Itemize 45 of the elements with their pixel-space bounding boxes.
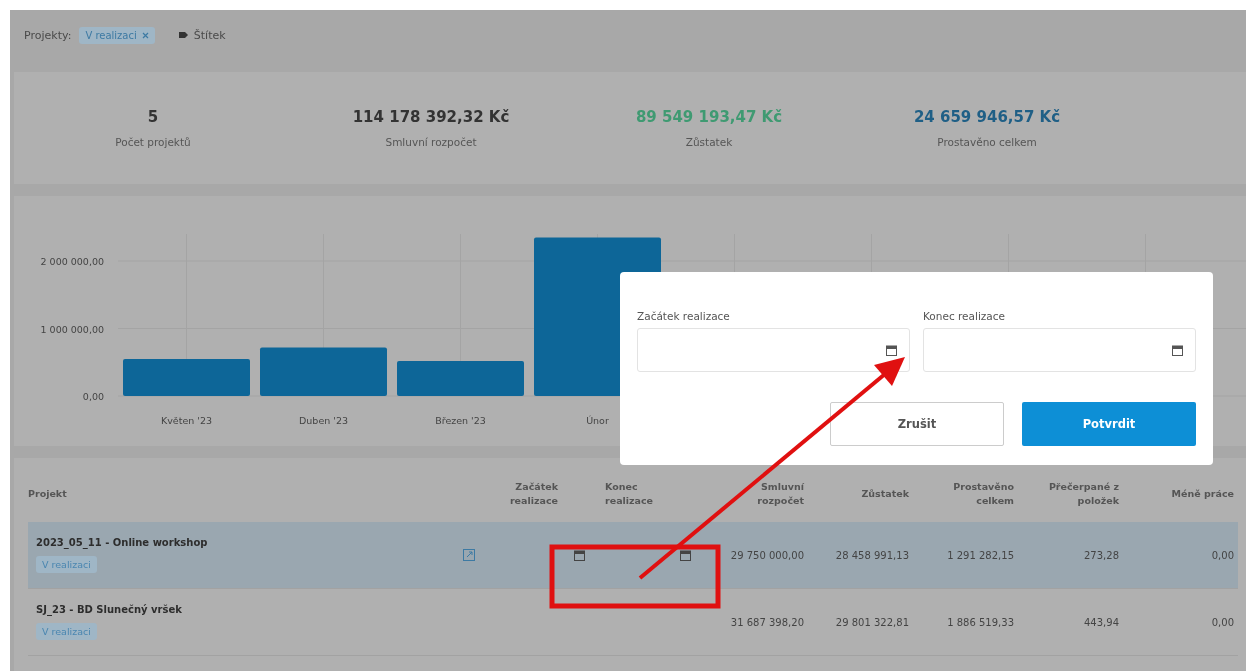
axis-label: 1 000 000,00 bbox=[40, 323, 104, 335]
column-header: Konec realizace bbox=[605, 479, 655, 508]
stat-value: 5 bbox=[147, 108, 159, 126]
table-cell: 28 458 991,13 bbox=[835, 549, 909, 561]
cancel-button[interactable]: Zrušit bbox=[830, 402, 1004, 446]
column-header: Projekt bbox=[28, 486, 67, 501]
confirm-button[interactable]: Potvrdit bbox=[1022, 402, 1196, 446]
column-header: Prostavěno celkem bbox=[952, 479, 1014, 508]
stat-value: 24 659 946,57 Kč bbox=[913, 108, 1061, 126]
axis-label: 0,00 bbox=[82, 391, 104, 402]
field-label: Konec realizace bbox=[923, 310, 1006, 322]
table-cell: 0,00 bbox=[1211, 616, 1234, 628]
tag-button[interactable]: Štítek bbox=[178, 28, 226, 42]
axis-label: Únor bbox=[586, 415, 609, 426]
table-cell: 0,00 bbox=[1211, 549, 1234, 561]
table-cell: 1 886 519,33 bbox=[947, 616, 1014, 628]
table-row[interactable]: 2023_05_11 - Online workshop V realizaci 29 750 000,00 28 458 991,13 1 291 282,15 273,28 0,00 bbox=[28, 522, 1238, 589]
axis-label: 2 000 000,00 bbox=[40, 256, 104, 267]
axis-label: Duben '23 bbox=[299, 415, 348, 426]
stat-value: 89 549 193,47 Kč bbox=[635, 108, 783, 126]
stat-label: Smluvní rozpočet bbox=[385, 136, 477, 148]
table-row[interactable]: SJ_23 - BD Slunečný vršek V realizaci 31 687 398,20 29 801 322,81 1 886 519,33 443,94 0,00 bbox=[28, 589, 1238, 656]
status-badge: V realizaci bbox=[36, 556, 97, 573]
project-name[interactable]: 2023_05_11 - Online workshop bbox=[36, 537, 208, 548]
axis-label: Květen '23 bbox=[161, 415, 212, 426]
axis-label: Březen '23 bbox=[435, 415, 486, 426]
table-cell: 443,94 bbox=[1084, 616, 1119, 628]
table-cell: 273,28 bbox=[1084, 549, 1119, 561]
table-cell: 1 291 282,15 bbox=[947, 549, 1014, 561]
field-label: Začátek realizace bbox=[637, 310, 731, 322]
stat-label: Počet projektů bbox=[115, 136, 191, 148]
column-header: Zůstatek bbox=[861, 486, 909, 501]
stat-value: 114 178 392,32 Kč bbox=[352, 108, 510, 126]
column-header: Méně práce bbox=[1171, 486, 1234, 501]
table-cell: 31 687 398,20 bbox=[730, 616, 804, 628]
stat-label: Prostavěno celkem bbox=[937, 136, 1037, 148]
filter-label: Projekty: bbox=[24, 28, 72, 42]
project-name[interactable]: SJ_23 - BD Slunečný vršek bbox=[36, 604, 182, 615]
column-header: Přečerpané z položek bbox=[1047, 479, 1119, 508]
status-badge: V realizaci bbox=[36, 623, 97, 640]
stat-label: Zůstatek bbox=[685, 136, 733, 148]
column-header: Smluvní rozpočet bbox=[756, 479, 804, 508]
column-header: Začátek realizace bbox=[508, 479, 558, 508]
table-cell: 29 750 000,00 bbox=[730, 549, 804, 561]
table-cell: 29 801 322,81 bbox=[835, 616, 909, 628]
